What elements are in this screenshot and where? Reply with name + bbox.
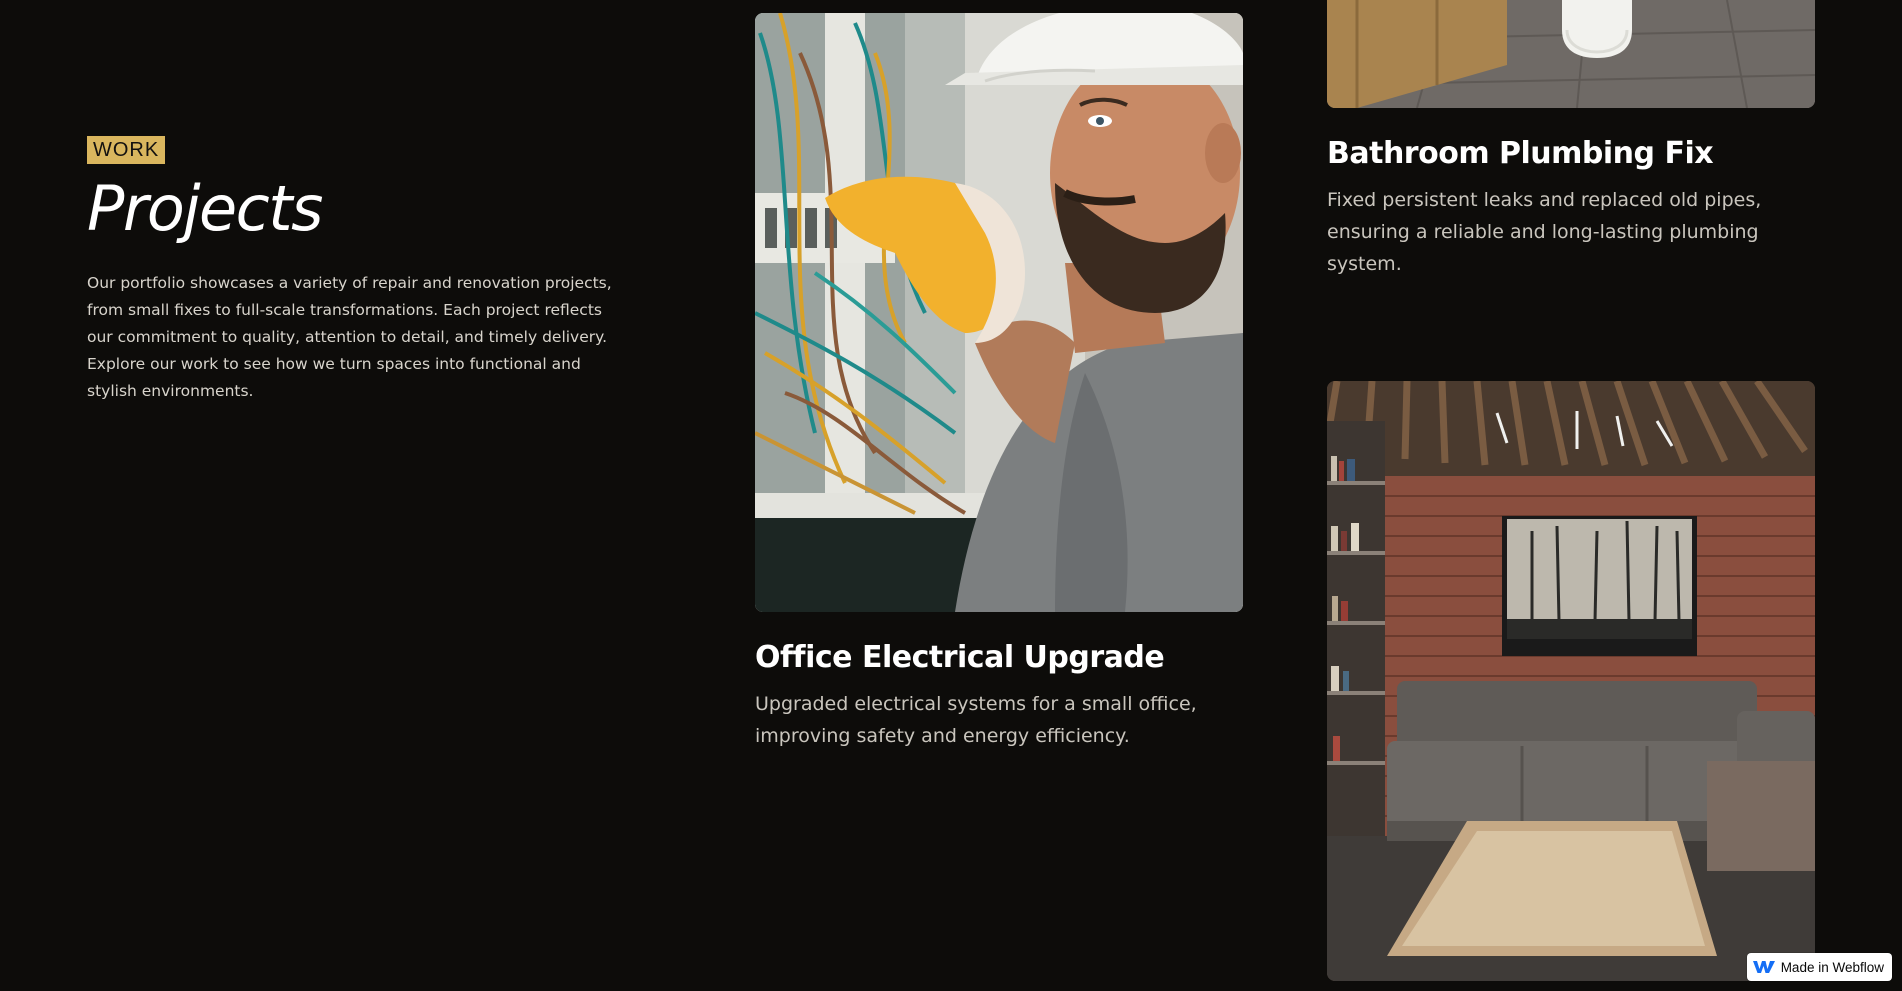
project-image-living-room[interactable] xyxy=(1327,381,1815,981)
project-image-electrician[interactable] xyxy=(755,13,1243,612)
project-title[interactable]: Bathroom Plumbing Fix xyxy=(1327,134,1815,174)
project-description: Fixed persistent leaks and replaced old … xyxy=(1327,189,1762,275)
project-card-electrical[interactable]: Office Electrical Upgrade Upgraded elect… xyxy=(755,13,1243,752)
project-image-bathroom[interactable] xyxy=(1327,0,1815,108)
webflow-logo-icon xyxy=(1752,960,1775,974)
projects-section: WORK Projects Our portfolio showcases a … xyxy=(0,0,1902,991)
section-description: Our portfolio showcases a variety of rep… xyxy=(87,274,612,400)
intro-block: WORK Projects Our portfolio showcases a … xyxy=(87,136,627,405)
project-card-bathroom[interactable]: Bathroom Plumbing Fix Fixed persistent l… xyxy=(1327,0,1815,280)
badge-label: Made in Webflow xyxy=(1780,959,1884,975)
project-card-living-room[interactable] xyxy=(1327,381,1815,981)
project-title[interactable]: Office Electrical Upgrade xyxy=(755,638,1243,678)
made-in-webflow-badge[interactable]: Made in Webflow xyxy=(1746,953,1892,981)
project-description: Upgraded electrical systems for a small … xyxy=(755,693,1197,747)
section-tag: WORK xyxy=(87,136,166,164)
section-title: Projects xyxy=(87,172,323,245)
